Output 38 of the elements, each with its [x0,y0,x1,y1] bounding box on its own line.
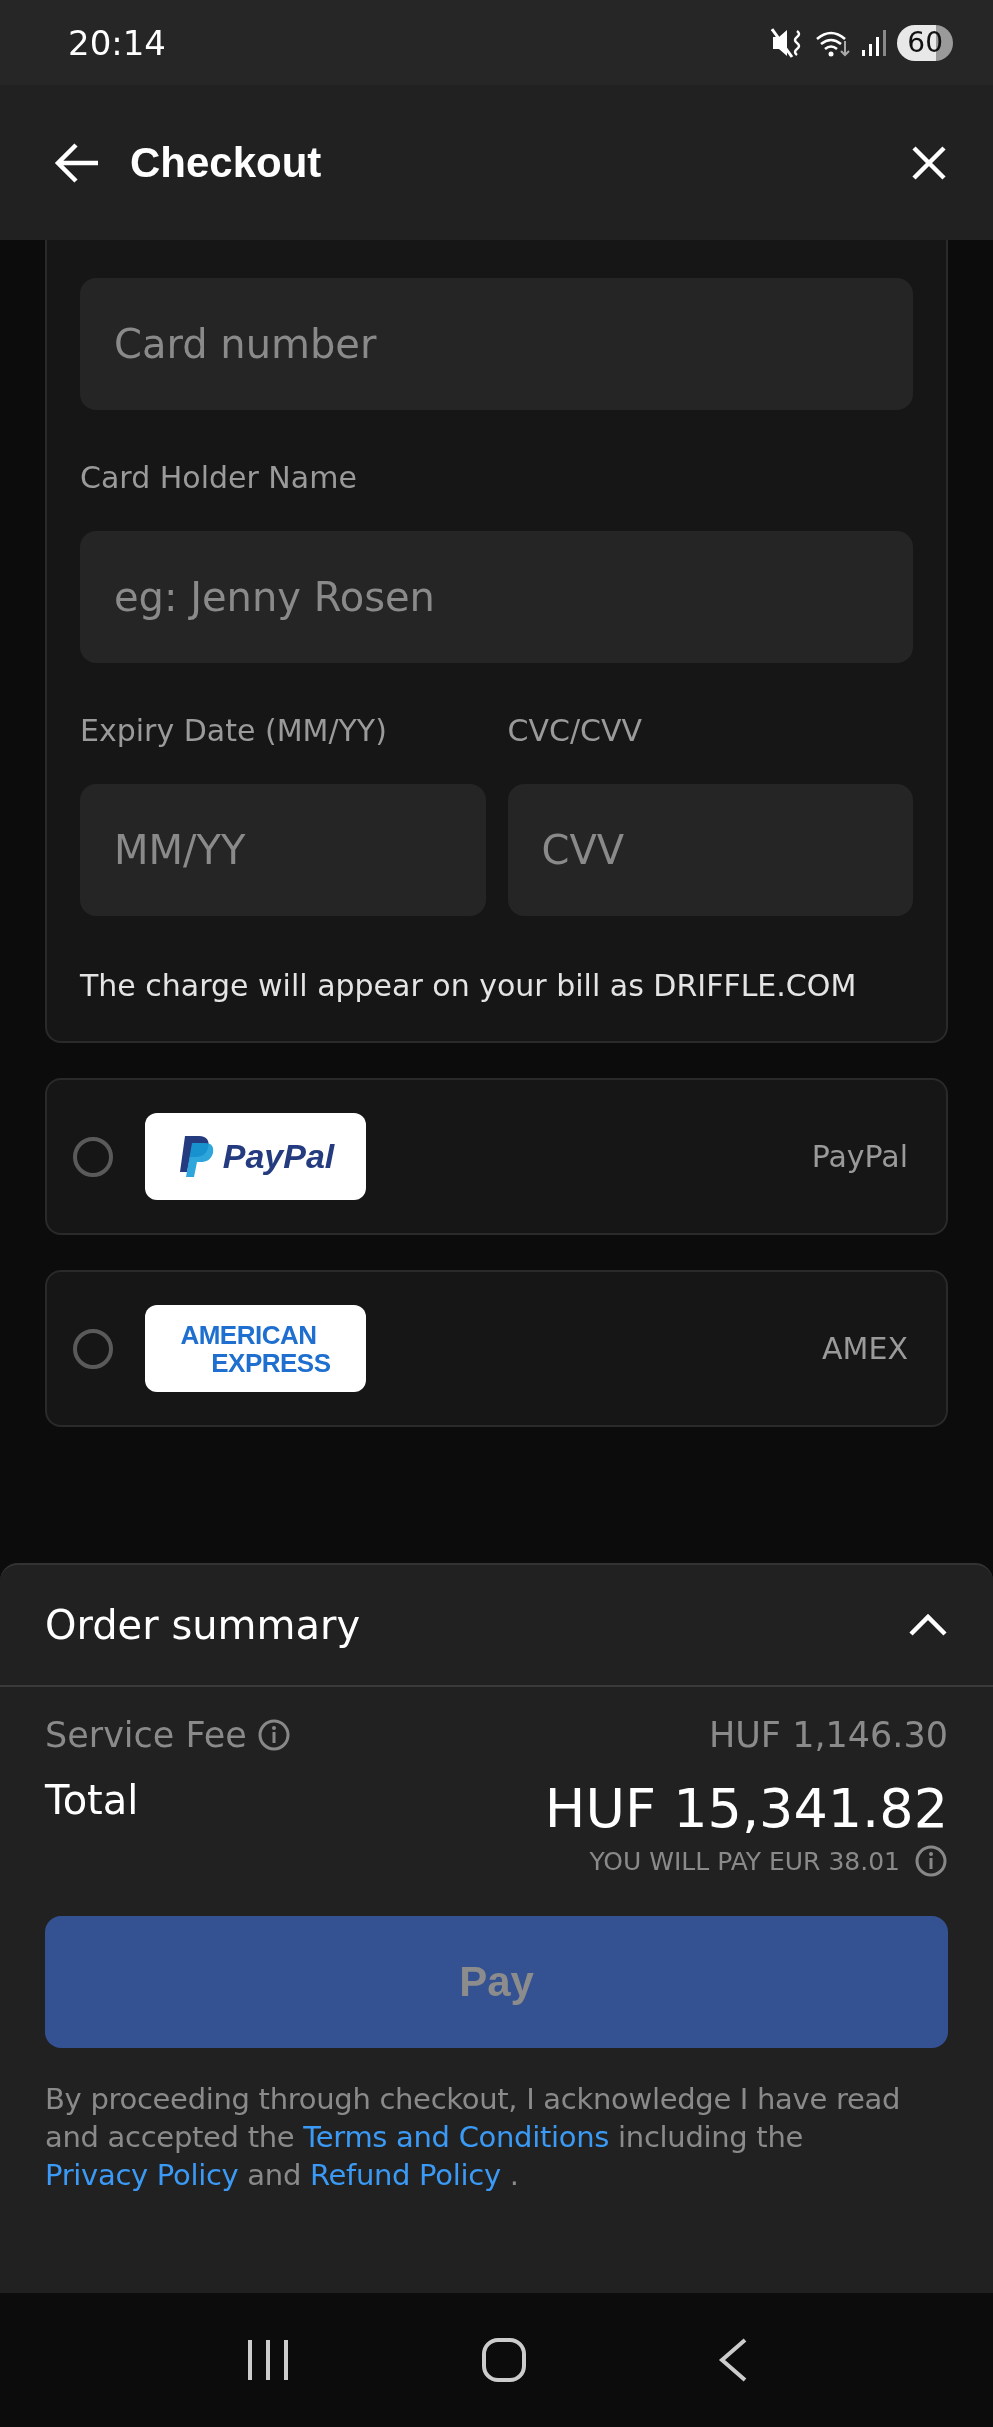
recent-apps-icon[interactable] [245,2337,290,2383]
payment-option[interactable]: AMERICAN EXPRESS AMEX [45,1270,948,1427]
back-arrow-icon[interactable] [54,142,100,183]
summary-title: Order summary [45,1602,361,1648]
info-icon[interactable] [256,1718,291,1752]
policy-link[interactable]: Refund Policy [309,2158,501,2192]
battery-indicator: 60 [897,24,953,61]
conversion-note: YOU WILL PAY EUR 38.01 [589,1846,900,1876]
radio-button[interactable] [73,1136,113,1177]
input-field[interactable]: CVV [507,784,913,916]
payment-option[interactable]: PayPal PayPal [45,1078,948,1235]
input-field[interactable]: eg: Jenny Rosen [80,531,913,663]
input-field[interactable]: MM/YY [80,784,486,916]
back-icon[interactable] [717,2337,748,2383]
signal-icon [861,27,888,58]
payment-name: PayPal [811,1139,908,1174]
policy-link[interactable]: Privacy Policy [45,2158,239,2192]
radio-button[interactable] [73,1328,113,1369]
home-icon[interactable] [480,2337,527,2383]
field-label: CVC/CVV [507,713,644,748]
close-icon[interactable] [911,144,947,181]
field-label: Card Holder Name [80,460,358,495]
service-fee-label: Service Fee [45,1715,247,1755]
input-field[interactable]: Card number [80,278,913,410]
total-label: Total [45,1777,139,1823]
payment-name: AMEX [822,1331,908,1366]
total-value: HUF 15,341.82 [544,1777,948,1840]
service-fee-value: HUF 1,146.30 [708,1715,948,1755]
page-title: Checkout [130,138,323,187]
paypal-logo: PayPal [145,1113,366,1200]
field-label: Expiry Date (MM/YY) [80,713,388,748]
legal-text: By proceeding through checkout, I acknowledge I have read and accepted the Terms and Conditions including the Privacy Policy and Refund Policy . [45,2081,902,2194]
status-time: 20:14 [68,22,166,63]
card-logo: AMERICAN EXPRESS [145,1305,366,1392]
info-icon[interactable] [914,1844,948,1878]
policy-link[interactable]: Terms and Conditions [303,2120,610,2154]
billing-note: The charge will appear on your bill as DRIFFLE.COM [80,968,858,1003]
chevron-icon[interactable] [908,1613,948,1637]
